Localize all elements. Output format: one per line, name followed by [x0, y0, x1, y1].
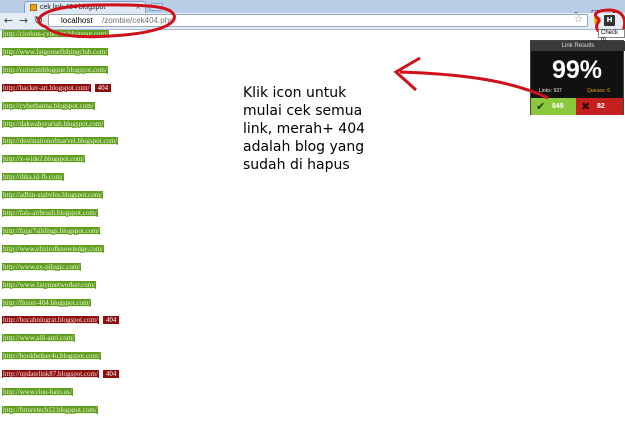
link-url[interactable]: http://www.1stynnetworker.com/ — [2, 280, 97, 289]
status-code-badge: 404 — [94, 83, 112, 92]
status-code-badge: 404 — [102, 316, 120, 325]
link-url[interactable]: http://x-wide2.blogspot.com/ — [2, 155, 86, 164]
link-results-popup: Link Results 99% Links: 937 Queues: 6 ✔ … — [530, 40, 625, 115]
link-row: http://cirebon-cyber4rt.blogspot.com/ — [2, 30, 109, 38]
extension-icon[interactable] — [594, 16, 600, 25]
link-url[interactable]: http://dakwahsyariah.blogspot.com/ — [2, 119, 105, 128]
link-url[interactable]: http://fajar7siblings.blogspot.com/ — [2, 226, 101, 235]
link-url[interactable]: http://dika.id-fb.com/ — [2, 173, 64, 182]
link-checker-extension-icon[interactable]: H — [604, 15, 615, 26]
status-code-badge: 404 — [102, 370, 120, 379]
link-row: http://bookhelper4u.blogspot.com/ — [2, 352, 101, 361]
window-titlebar: cek link 404 blogspot × – □ × — [0, 0, 625, 17]
address-bar[interactable]: localhost /zombie/cek404.php ☆ — [48, 14, 588, 27]
bookmark-star-icon[interactable]: ☆ — [574, 14, 583, 26]
link-url[interactable]: http://www.alil-anri.com/ — [2, 334, 76, 343]
link-row: http://www.elixirofknowledge.com/ — [2, 244, 105, 253]
link-row: http://hacker-art.blogspot.com/404 — [2, 83, 112, 92]
back-icon[interactable]: ← — [2, 14, 15, 27]
link-row: http://bocahningrat.blogspot.com/404 — [2, 316, 120, 325]
failed-links-button[interactable]: ✖ 82 — [576, 98, 623, 115]
links-count: Links: 937 — [539, 88, 562, 94]
extension-tooltip: Check m — [598, 29, 625, 43]
link-row: http://corotamblogque.blogspot.com/ — [2, 65, 108, 74]
link-url[interactable]: http://corotamblogque.blogspot.com/ — [2, 65, 108, 74]
link-url[interactable]: http://cyberbanna.blogspot.com/ — [2, 101, 95, 110]
link-url[interactable]: http://www.fatgooseflshingclub.com/ — [2, 47, 109, 56]
link-url[interactable]: http://futuretech12.blogspot.com/ — [2, 405, 98, 414]
url-host: localhost — [61, 16, 93, 25]
link-row: http://updatelink87.blogspot.com/404 — [2, 370, 120, 379]
tab-title: cek link 404 blogspot — [40, 4, 106, 11]
link-row: http://flozer-404.blogspot.com/ — [2, 298, 92, 307]
link-url[interactable]: http://adhin-stabylos.blogspot.com/ — [2, 191, 104, 200]
link-url[interactable]: http://updatelink87.blogspot.com/ — [2, 370, 99, 379]
instruction-note: Klik icon untuk mulai cek semua link, me… — [243, 84, 413, 174]
link-row: http://www.fatgooseflshingclub.com/ — [2, 47, 109, 56]
note-line: adalah blog yang — [243, 139, 365, 155]
link-url[interactable]: http://fals-airbrush.blogspot.com/ — [2, 209, 98, 217]
link-row: http://futuretech12.blogspot.com/ — [2, 405, 98, 414]
link-url[interactable]: http://www.ex-pilogic.com/ — [2, 262, 82, 271]
browser-toolbar: ← → ↻ localhost /zombie/cek404.php ☆ — [0, 13, 625, 30]
link-url[interactable]: http://www.riou-hato.us/ — [2, 388, 73, 396]
passed-count: 849 — [552, 103, 564, 110]
percent-readout: 99% — [551, 56, 603, 84]
favicon-icon — [30, 4, 37, 11]
queue-count: Queues: 6 — [587, 88, 611, 94]
note-line: Klik icon untuk — [243, 85, 347, 101]
link-row: http://x-wide2.blogspot.com/ — [2, 155, 86, 164]
tab-close-icon[interactable]: × — [135, 2, 141, 13]
link-row: http://www.riou-hato.us/ — [2, 388, 73, 396]
link-row: http://www.ex-pilogic.com/ — [2, 262, 82, 271]
link-url[interactable]: http://cirebon-cyber4rt.blogspot.com/ — [2, 30, 109, 38]
failed-count: 82 — [597, 103, 605, 110]
link-url[interactable]: http://bookhelper4u.blogspot.com/ — [2, 352, 101, 361]
note-line: sudah di hapus — [243, 157, 350, 173]
link-url[interactable]: http://destinationofmarvel.blogspot.com/ — [2, 137, 119, 146]
url-path: /zombie/cek404.php — [102, 16, 174, 25]
popup-title: Link Results — [531, 41, 625, 51]
link-row: http://www.alil-anri.com/ — [2, 334, 76, 343]
link-url[interactable]: http://bocahningrat.blogspot.com/ — [2, 316, 99, 325]
new-tab-button[interactable] — [148, 3, 164, 11]
cross-icon: ✖ — [581, 100, 591, 113]
link-row: http://cyberbanna.blogspot.com/ — [2, 101, 95, 110]
link-row: http://www.1stynnetworker.com/ — [2, 280, 97, 289]
forward-icon[interactable]: → — [17, 14, 30, 27]
note-line: link, merah+ 404 — [243, 121, 366, 137]
link-row: http://fals-airbrush.blogspot.com/ — [2, 209, 98, 217]
link-row: http://destinationofmarvel.blogspot.com/ — [2, 137, 119, 146]
link-row: http://dakwahsyariah.blogspot.com/ — [2, 119, 105, 128]
window-controls: – □ × — [569, 0, 621, 17]
link-row: http://fajar7siblings.blogspot.com/ — [2, 226, 101, 235]
link-url[interactable]: http://hacker-art.blogspot.com/ — [2, 83, 91, 92]
link-url[interactable]: http://www.elixirofknowledge.com/ — [2, 244, 105, 253]
passed-links-button[interactable]: ✔ 849 — [531, 98, 576, 115]
reload-icon[interactable]: ↻ — [32, 14, 45, 27]
tab-cek-link-404[interactable]: cek link 404 blogspot × — [24, 1, 146, 13]
link-url[interactable]: http://flozer-404.blogspot.com/ — [2, 298, 92, 307]
link-row: http://dika.id-fb.com/ — [2, 173, 64, 182]
link-row: http://adhin-stabylos.blogspot.com/ — [2, 191, 104, 200]
note-line: mulai cek semua — [243, 103, 363, 119]
checkmark-icon: ✔ — [536, 100, 546, 113]
